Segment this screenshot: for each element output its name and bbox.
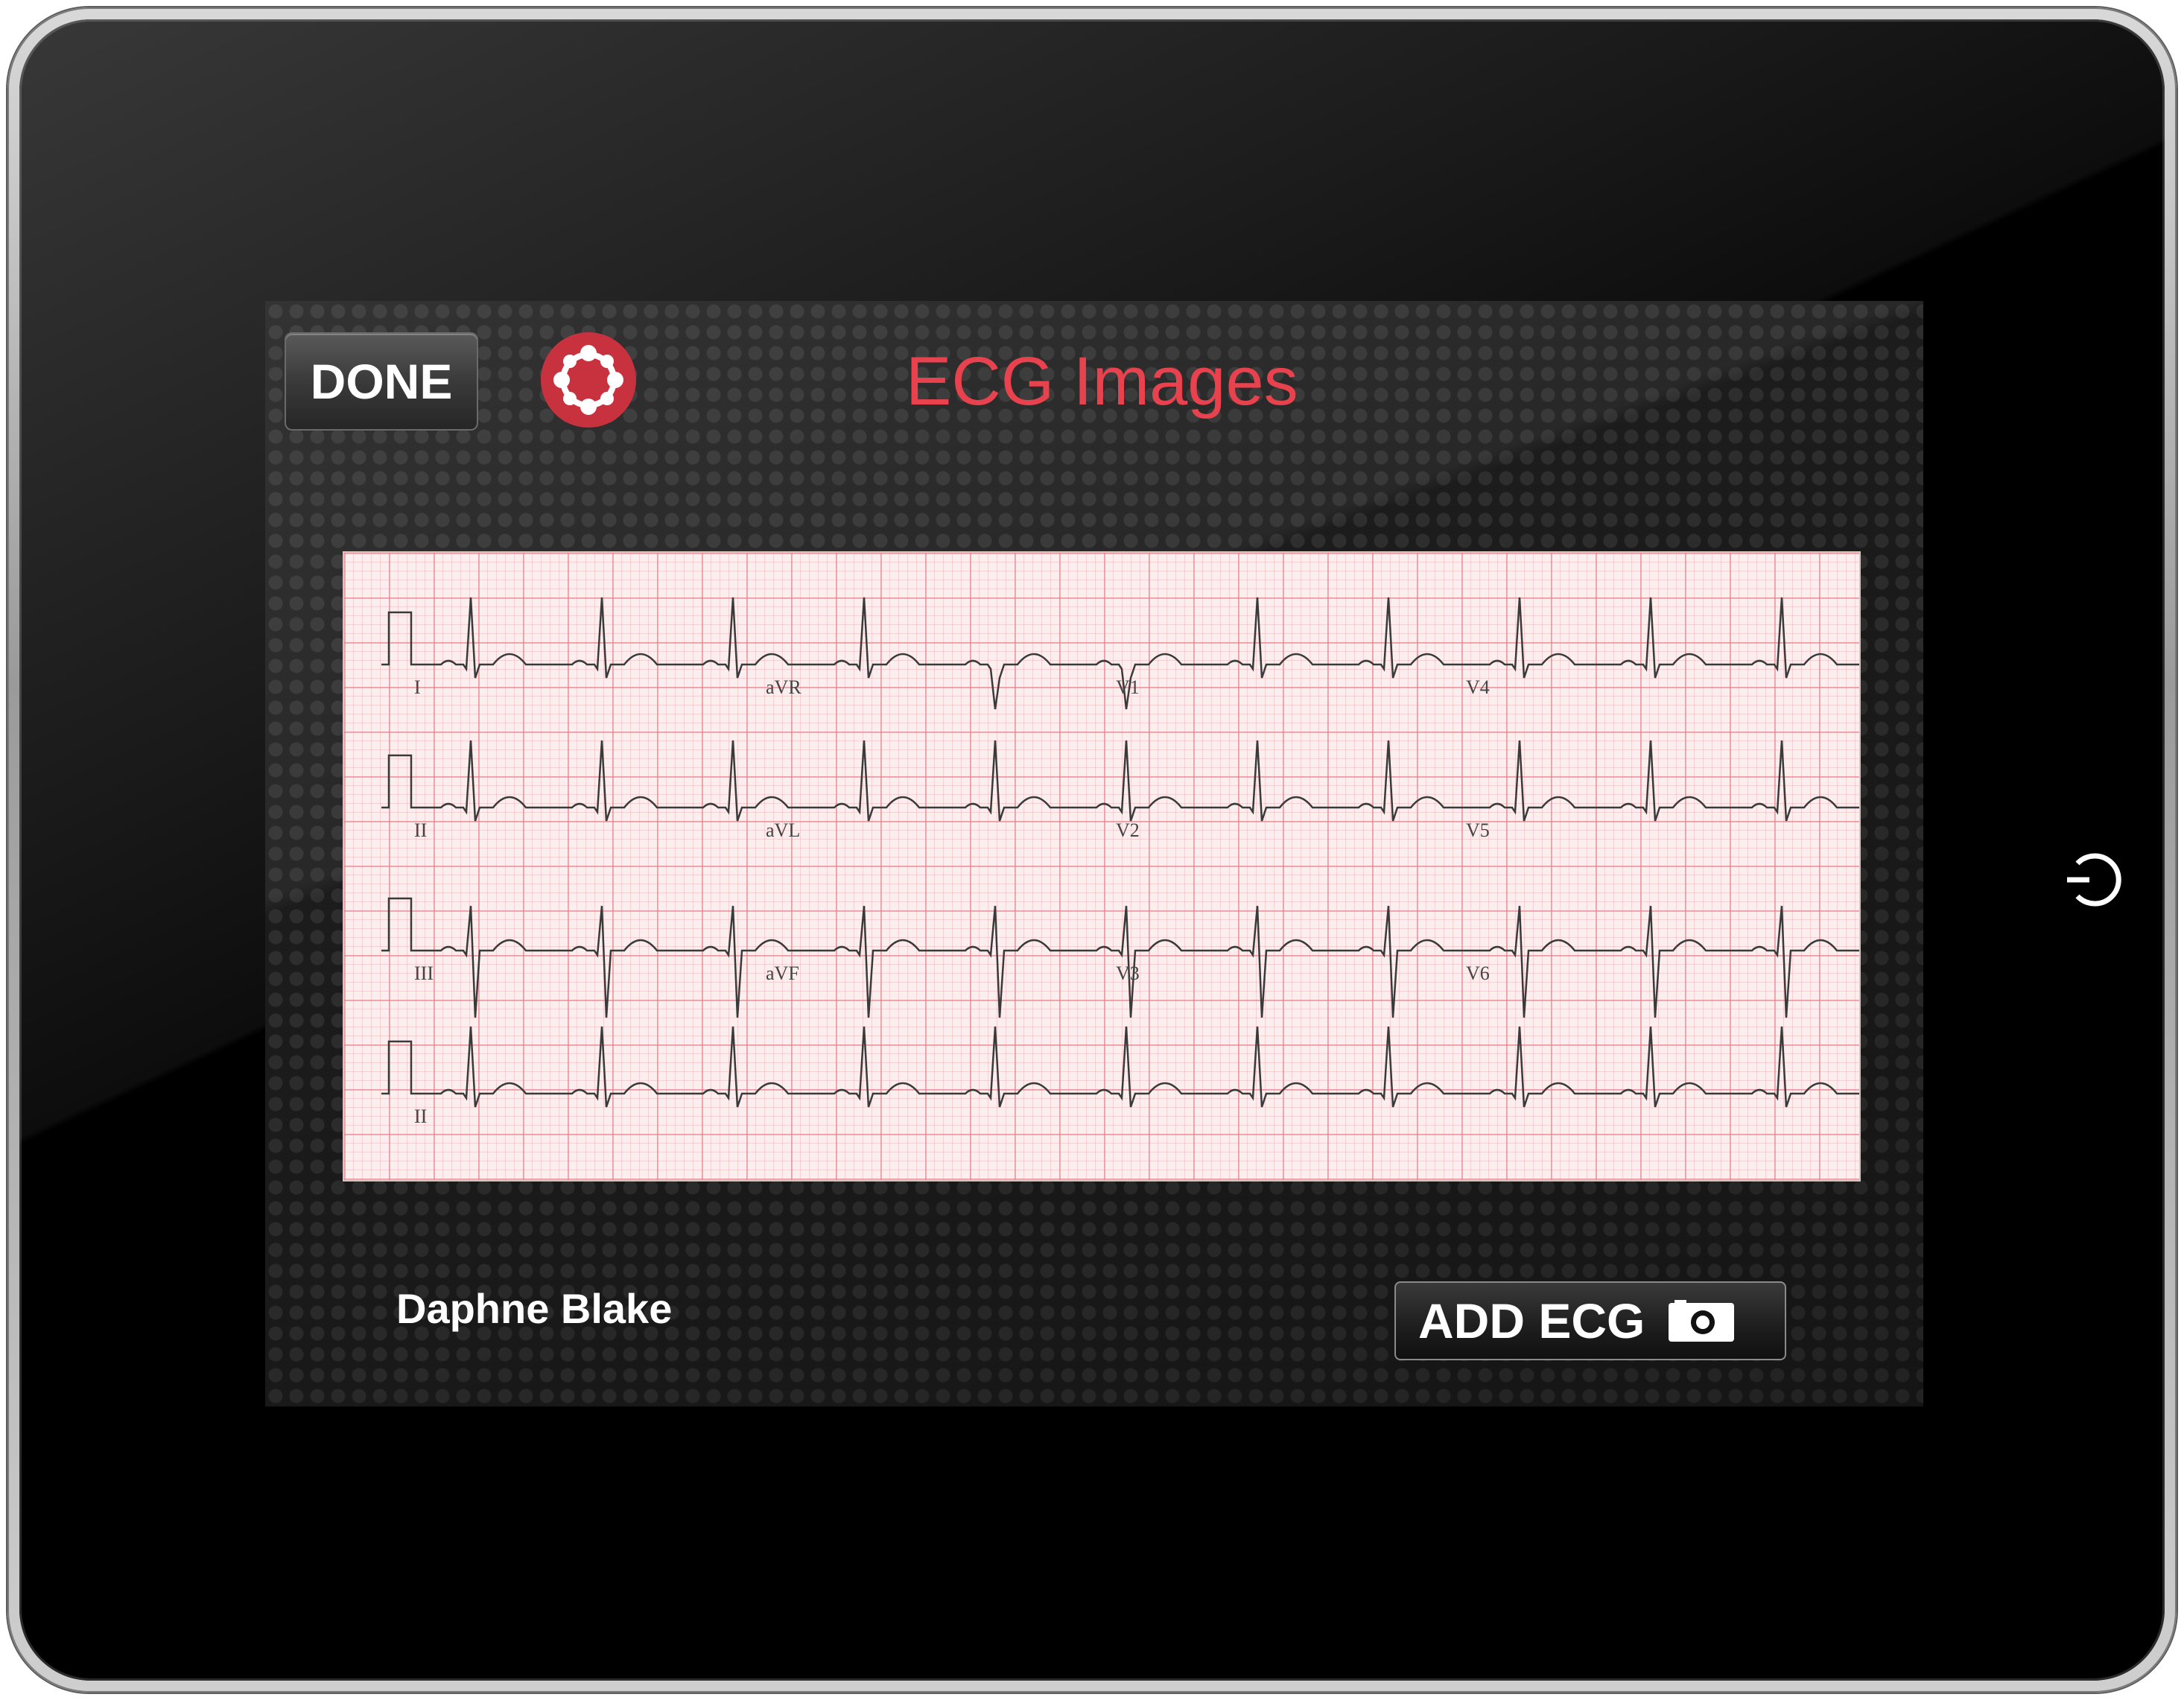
lead-label-avr: aVR <box>766 676 801 698</box>
ecg-lead-trace <box>381 897 1859 1018</box>
lead-label-v3: V3 <box>1116 962 1140 984</box>
add-ecg-button[interactable]: ADD ECG <box>1394 1281 1786 1360</box>
ecg-lead-trace <box>381 740 1859 822</box>
logo[interactable] <box>539 331 638 429</box>
lead-label-v2: V2 <box>1116 819 1140 841</box>
page-title: ECG Images <box>906 343 1298 419</box>
lifebuoy-icon <box>541 332 636 428</box>
camera-icon <box>1669 1300 1735 1342</box>
add-ecg-label: ADD ECG <box>1418 1293 1645 1348</box>
lead-label-v1: V1 <box>1116 676 1140 698</box>
lead-label-v5: V5 <box>1466 819 1490 841</box>
lead-label-i: I <box>414 676 421 698</box>
lead-label-v6: V6 <box>1466 962 1490 984</box>
lead-label-rhythm-ii: II <box>414 1106 428 1127</box>
lead-label-avl: aVL <box>766 819 801 841</box>
app-screen: DONE ECG Images I aVR V1 V4 II aVL V2 V5… <box>265 301 1923 1406</box>
lead-label-iii: III <box>414 962 434 984</box>
lead-label-avf: aVF <box>766 962 799 984</box>
done-button[interactable]: DONE <box>285 332 478 431</box>
power-icon <box>2067 853 2121 907</box>
lead-label-v4: V4 <box>1466 676 1490 698</box>
ecg-tracing <box>381 597 1859 1108</box>
lead-label-ii: II <box>414 819 428 841</box>
patient-name: Daphne Blake <box>396 1285 673 1332</box>
ecg-lead-trace <box>381 1026 1859 1108</box>
ecg-image[interactable]: I aVR V1 V4 II aVL V2 V5 III aVF V3 V6 I… <box>344 553 1859 1180</box>
home-button[interactable] <box>2053 839 2135 921</box>
